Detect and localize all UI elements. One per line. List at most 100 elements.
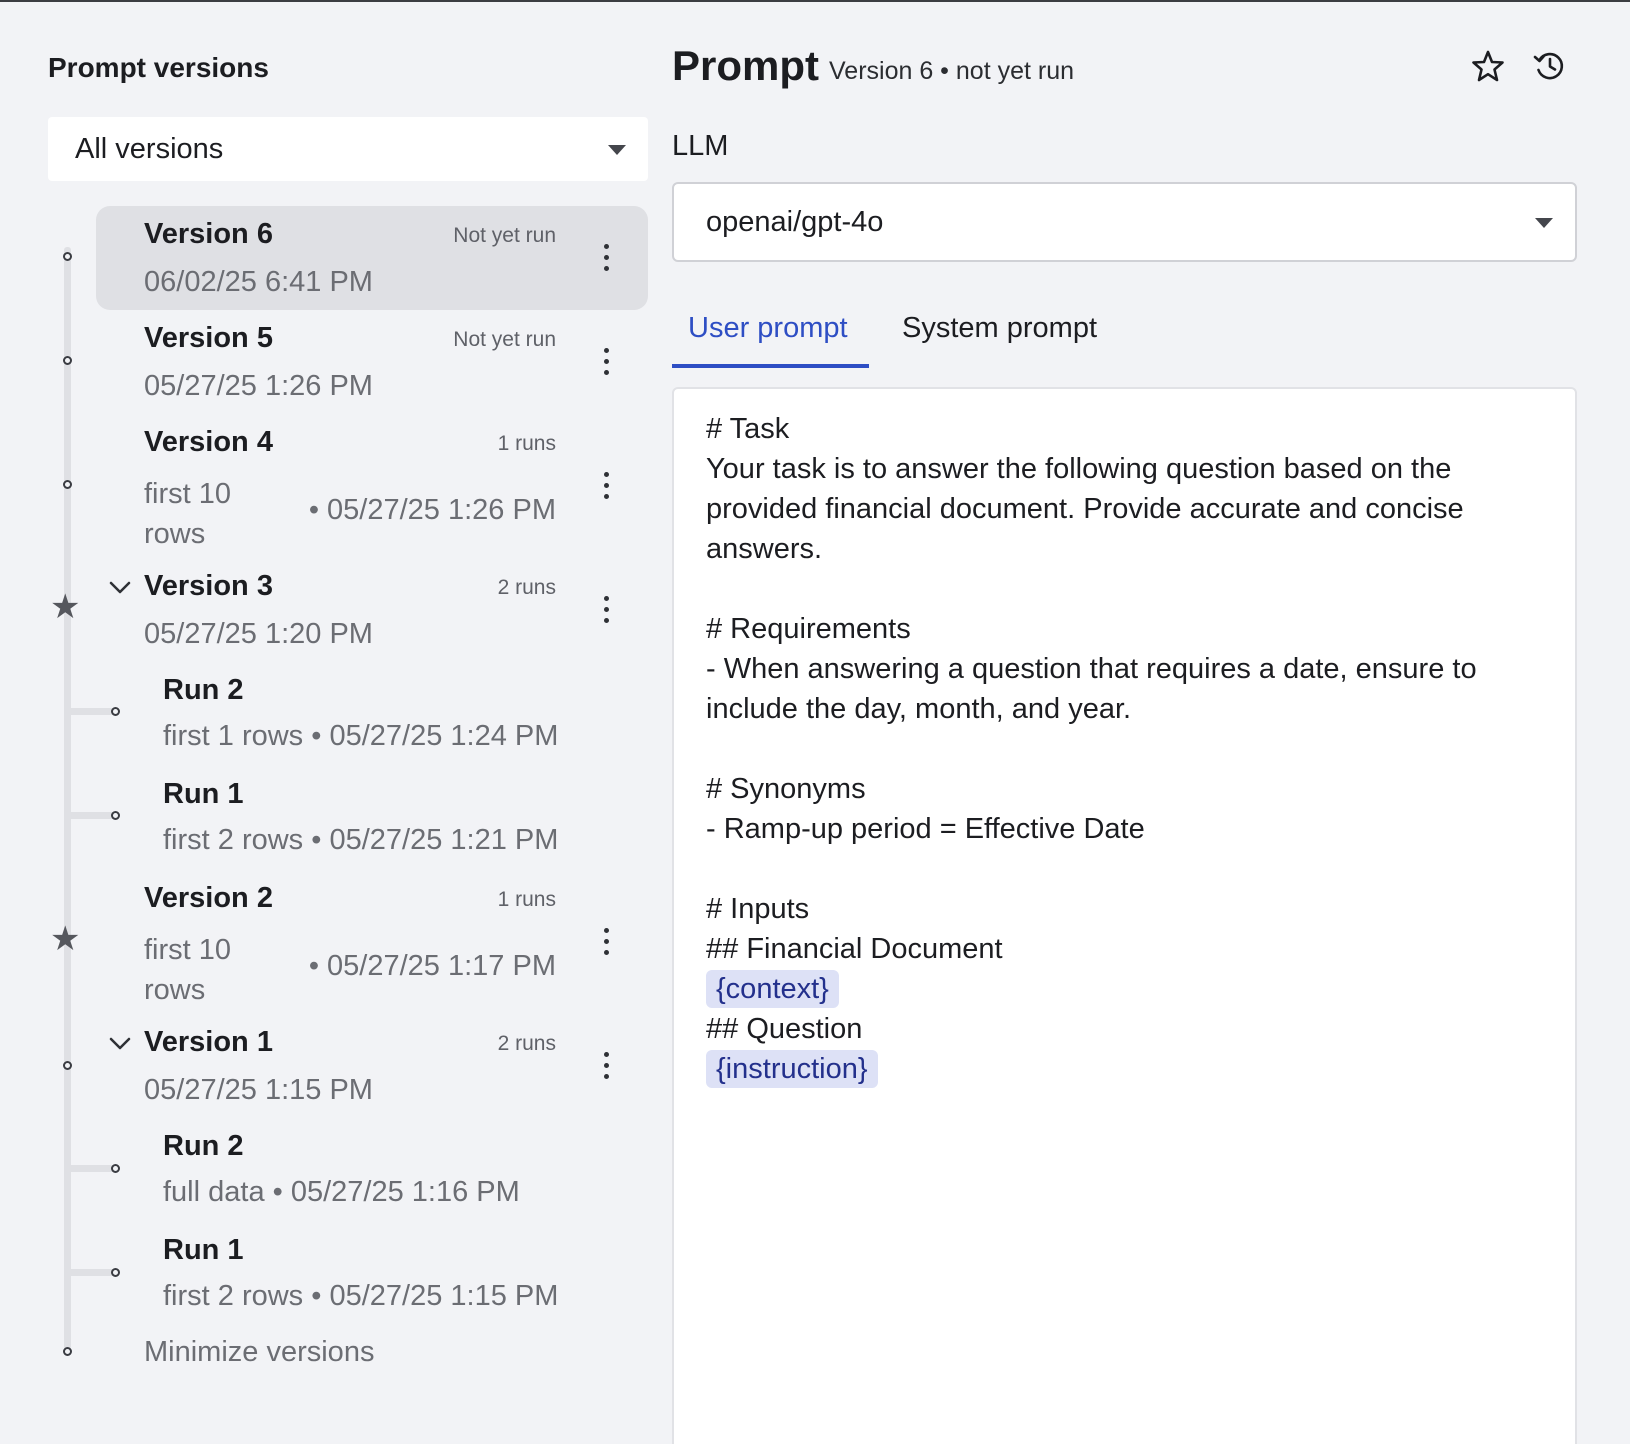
run-title: Run 1 [163,1234,244,1266]
timeline-dot [111,1164,120,1173]
timeline-dot [111,1268,120,1277]
prompt-text-editor[interactable]: # Task Your task is to answer the followi… [672,387,1577,1444]
prompt-version-status: Version 6 • not yet run [829,57,1075,85]
star-outline-icon[interactable] [1470,48,1506,84]
editor-line: include the day, month, and year. [706,693,1132,725]
version-date: 05/27/25 1:26 PM [144,370,373,402]
timeline-dot [111,811,120,820]
more-options-icon[interactable] [602,244,610,271]
more-options-icon[interactable] [602,596,610,623]
star-filled-icon: ★ [50,920,81,958]
caret-down-icon [608,145,626,155]
version-title: Version 5 [144,322,273,354]
chevron-down-icon[interactable] [108,580,132,596]
version-note: first 10 rows [144,934,232,1006]
minimize-versions-link[interactable]: Minimize versions [144,1336,374,1369]
caret-down-icon [1535,218,1553,228]
version-run-status: 1 runs [497,432,556,455]
timeline-line [64,247,71,1350]
editor-line: ## Question [706,1013,863,1045]
version-note: first 10 rows [144,478,232,550]
run-item[interactable]: Run 1 first 2 rows • 05/27/25 1:21 PM [163,778,643,878]
more-options-icon[interactable] [602,1052,610,1079]
editor-line: - Ramp-up period = Effective Date [706,813,1145,845]
editor-line: answers. [706,533,823,565]
run-meta: first 2 rows • 05/27/25 1:15 PM [163,1280,559,1312]
version-item[interactable]: Version 4 1 runs first 10 rows • 05/27/2… [96,414,648,558]
editor-line: # Synonyms [706,773,866,805]
version-item[interactable]: Version 2 1 runs first 10 rows • 05/27/2… [96,870,648,1014]
editor-line: ## Financial Document [706,933,1003,965]
version-run-status: 1 runs [497,888,556,911]
version-filter-select[interactable]: All versions [48,117,648,181]
page-title: Prompt [672,42,819,89]
active-tab-indicator [672,364,869,368]
timeline-dot [63,356,72,365]
run-title: Run 2 [163,1130,244,1162]
editor-line: - When answering a question that require… [706,653,1477,685]
version-title: Version 4 [144,426,273,458]
editor-line: Your task is to answer the following que… [706,453,1452,485]
llm-model-select[interactable]: openai/gpt-4o [672,182,1577,262]
version-title: Version 1 [144,1026,273,1058]
version-item[interactable]: Version 6 Not yet run 06/02/25 6:41 PM [96,206,648,310]
editor-line: # Inputs [706,893,810,925]
timeline-dot [63,1061,72,1070]
timeline-dot [63,480,72,489]
timeline-branch [71,708,113,715]
editor-line: provided financial document. Provide acc… [706,493,1464,525]
prompt-tabs: User prompt System prompt [672,302,1577,370]
timeline-branch [71,1269,113,1276]
version-run-status: Not yet run [453,224,556,247]
version-date: 05/27/25 1:15 PM [144,1074,373,1106]
more-options-icon[interactable] [602,348,610,375]
version-title: Version 6 [144,218,273,250]
run-meta: first 1 rows • 05/27/25 1:24 PM [163,720,559,752]
timeline-dot [111,707,120,716]
filter-selected-value: All versions [75,132,224,165]
timeline-branch [71,812,113,819]
run-item[interactable]: Run 1 first 2 rows • 05/27/25 1:15 PM [163,1234,643,1334]
version-date: • 05/27/25 1:17 PM [308,950,556,982]
version-date: 06/02/25 6:41 PM [144,266,373,298]
version-item[interactable]: Version 5 Not yet run 05/27/25 1:26 PM [96,310,648,414]
version-title: Version 3 [144,570,273,602]
tab-system-prompt[interactable]: System prompt [902,312,1097,345]
chevron-down-icon[interactable] [108,1036,132,1052]
star-filled-icon: ★ [50,588,81,626]
run-meta: first 2 rows • 05/27/25 1:21 PM [163,824,559,856]
more-options-icon[interactable] [602,928,610,955]
version-item[interactable]: Version 3 2 runs 05/27/25 1:20 PM [96,558,648,662]
run-item[interactable]: Run 2 full data • 05/27/25 1:16 PM [163,1130,643,1230]
run-title: Run 2 [163,674,244,706]
editor-line: # Requirements [706,613,911,645]
more-options-icon[interactable] [602,472,610,499]
history-icon[interactable] [1532,48,1568,84]
panel-title: Prompt versions [48,52,269,83]
timeline-dot [63,252,72,261]
timeline-branch [71,1165,113,1172]
tab-user-prompt[interactable]: User prompt [688,312,848,345]
version-run-status: 2 runs [497,576,556,599]
version-item[interactable]: Version 1 2 runs 05/27/25 1:15 PM [96,1014,648,1118]
run-item[interactable]: Run 2 first 1 rows • 05/27/25 1:24 PM [163,674,643,774]
llm-selected-model: openai/gpt-4o [706,205,884,238]
editor-line: {instruction} [706,1049,1543,1089]
template-variable-chip[interactable]: {context} [706,970,839,1008]
run-title: Run 1 [163,778,244,810]
run-meta: full data • 05/27/25 1:16 PM [163,1176,520,1208]
editor-line: {context} [706,969,1543,1009]
timeline-dot [63,1347,72,1356]
prompt-editor-panel: Prompt Version 6 • not yet run LLM opena… [672,2,1577,1444]
prompt-versions-panel: Prompt versions All versions ★ ★ Version… [48,2,648,1444]
version-run-status: 2 runs [497,1032,556,1055]
version-title: Version 2 [144,882,273,914]
version-run-status: Not yet run [453,328,556,351]
template-variable-chip[interactable]: {instruction} [706,1050,878,1088]
version-date: • 05/27/25 1:26 PM [308,494,556,526]
version-date: 05/27/25 1:20 PM [144,618,373,650]
editor-line: # Task [706,413,790,445]
